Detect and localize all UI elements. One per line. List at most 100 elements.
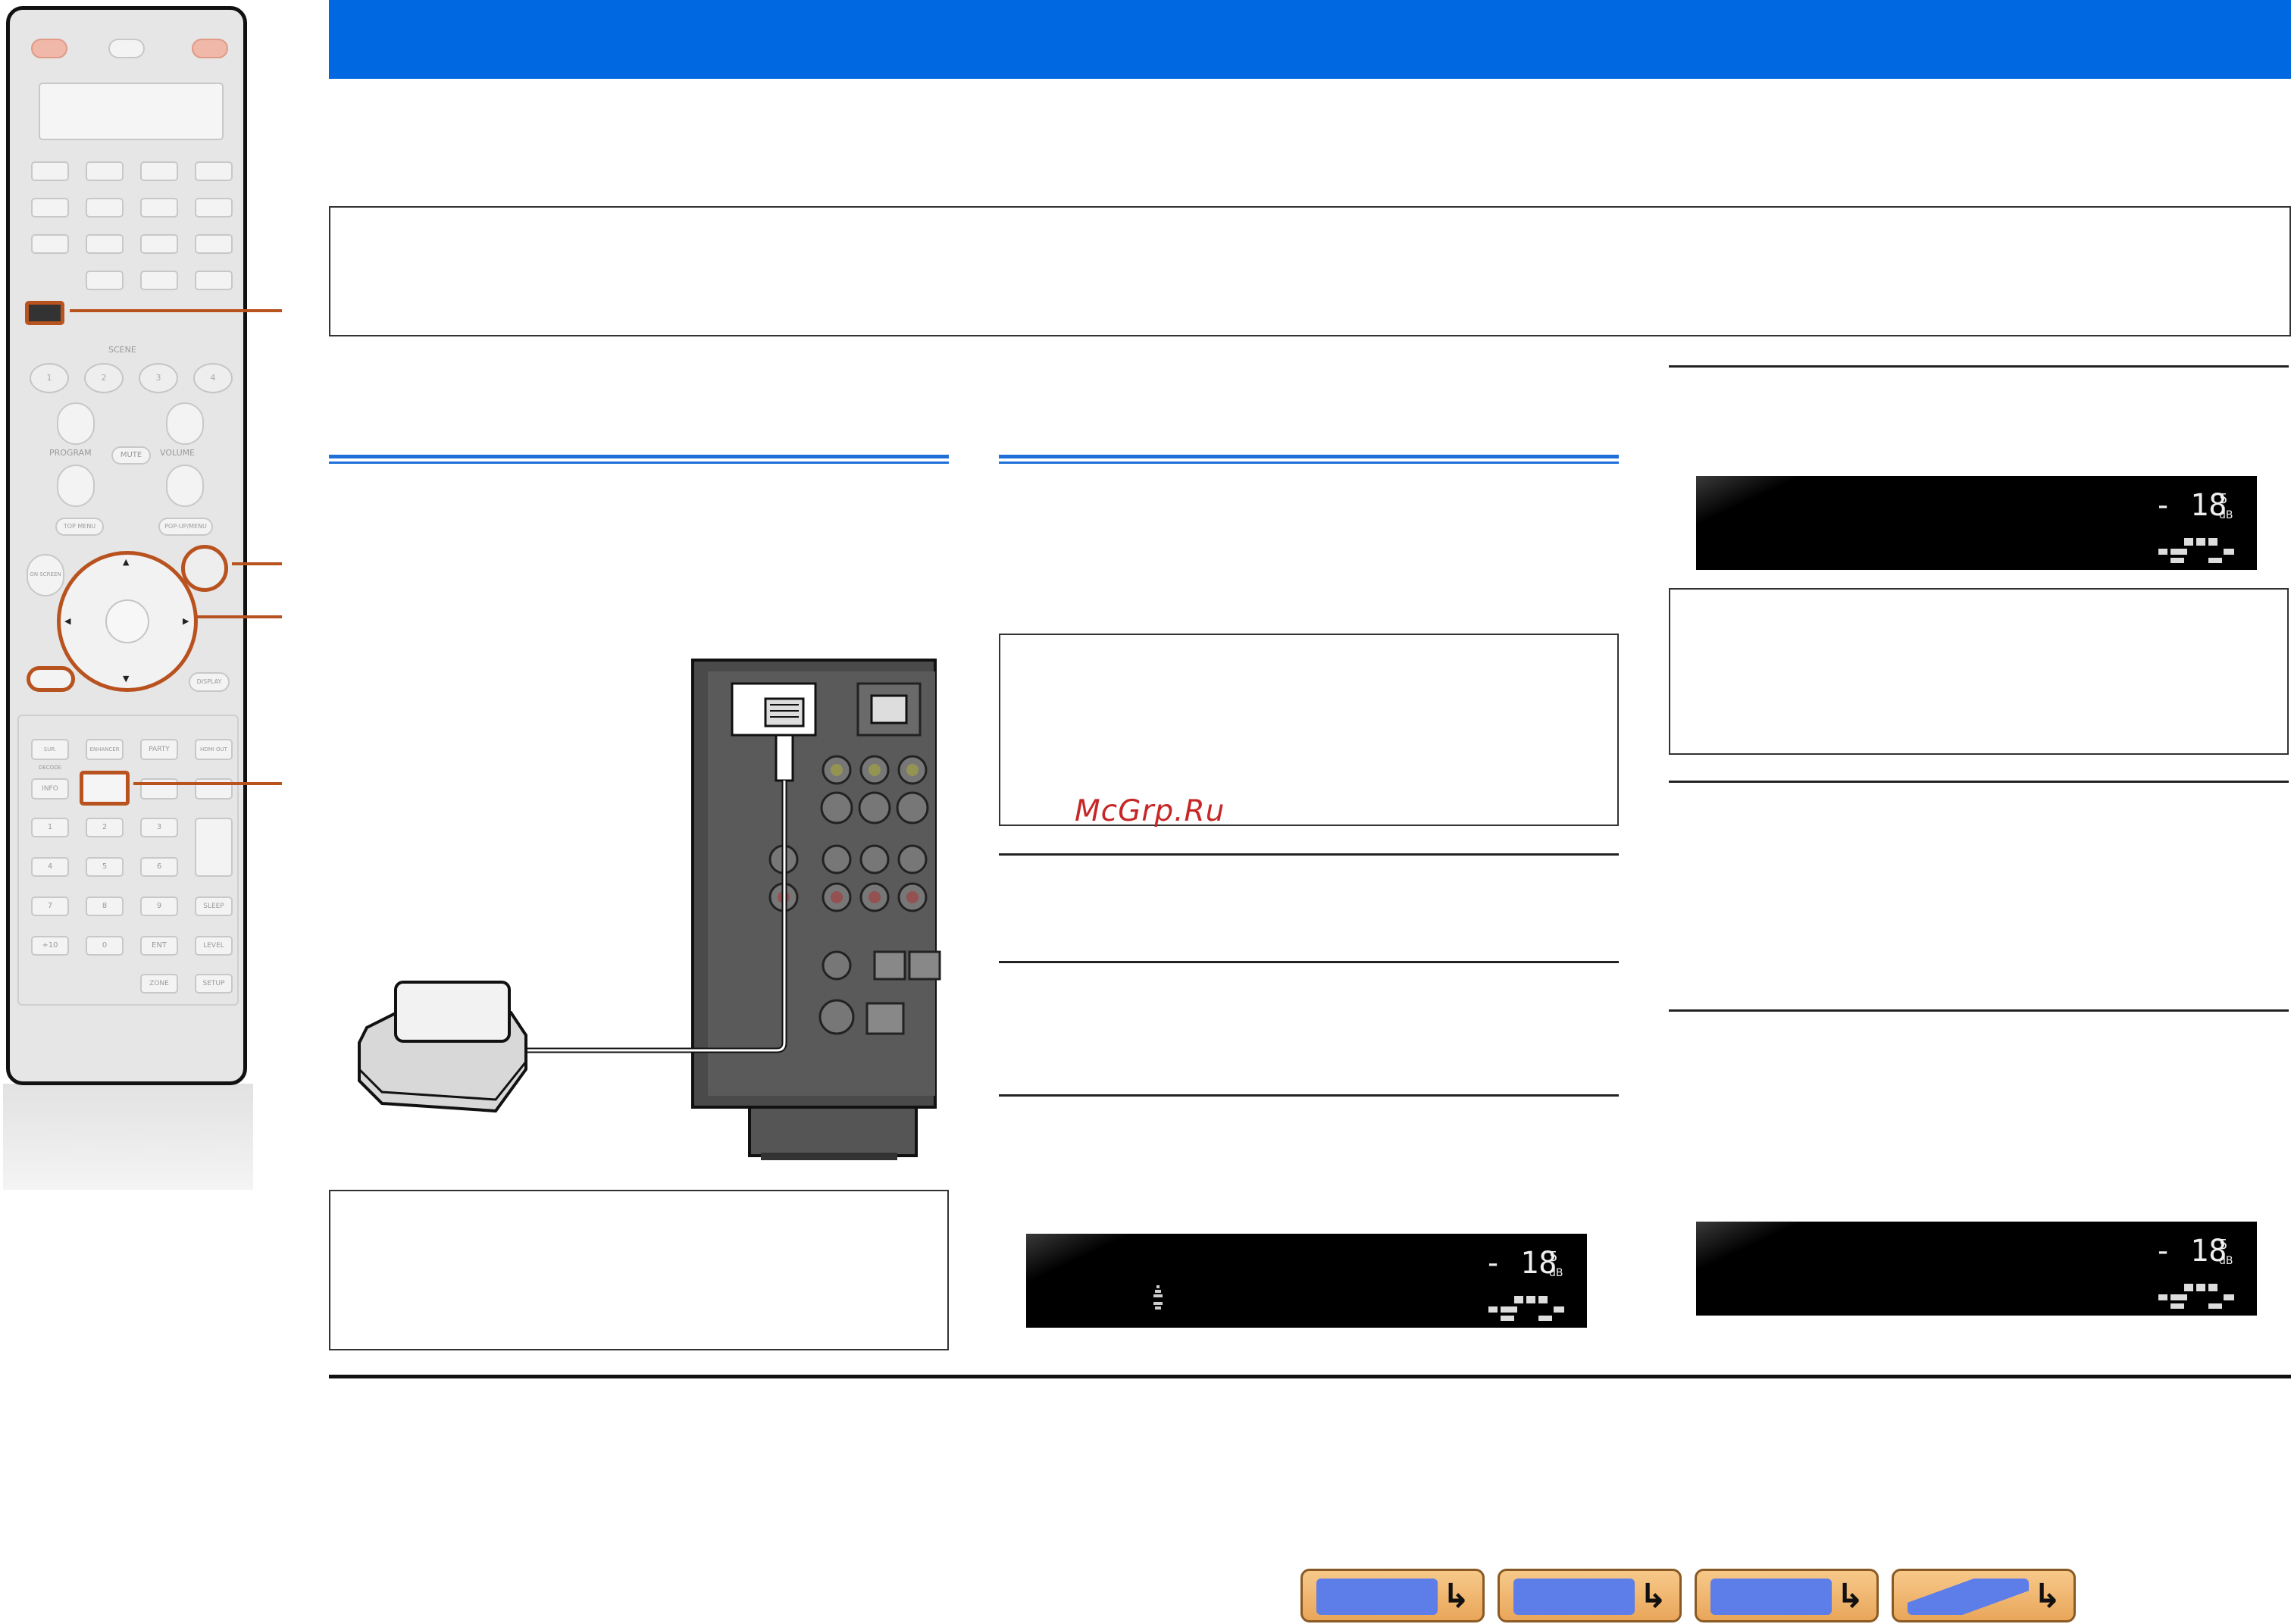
party-key[interactable]: PARTY: [140, 739, 178, 760]
cursor-right-icon: ▶: [183, 616, 189, 626]
step-rule-right-2: [1669, 781, 2289, 783]
nav-front-panel-button[interactable]: ↳: [1300, 1569, 1485, 1622]
input-key[interactable]: [140, 271, 178, 290]
ent-key[interactable]: ENT: [140, 936, 178, 956]
front-display-middle: - 18 5 dB: [1026, 1234, 1587, 1328]
enter-key[interactable]: [105, 599, 149, 643]
hdmi-out-key[interactable]: HDMI OUT: [195, 739, 233, 760]
return-arrow-icon: ↳: [2033, 1577, 2061, 1616]
num-key-0[interactable]: 0: [86, 936, 124, 956]
front-display-right-bottom: - 18 5 dB: [1696, 1222, 2257, 1316]
svg-text:5: 5: [2219, 491, 2227, 507]
step-rule-2: [999, 961, 1619, 963]
return-key[interactable]: [181, 545, 228, 592]
power-key-left[interactable]: [31, 39, 67, 58]
mute-key[interactable]: MUTE: [111, 446, 151, 465]
input-key[interactable]: [86, 271, 124, 290]
power-key-right[interactable]: [192, 39, 228, 58]
scene-key-3[interactable]: 3: [139, 363, 178, 393]
info-key[interactable]: INFO: [31, 778, 69, 799]
input-key[interactable]: [31, 161, 69, 181]
cursor-down-icon: ▼: [123, 674, 130, 684]
callout-line-cursor: [197, 615, 282, 618]
on-screen-key[interactable]: ON SCREEN: [27, 554, 64, 596]
cursor-left-icon: ◀: [64, 616, 71, 626]
scene-key-1[interactable]: 1: [30, 363, 69, 393]
input-key[interactable]: [140, 234, 178, 254]
svg-text:dB: dB: [2219, 1255, 2233, 1267]
input-key[interactable]: [86, 234, 124, 254]
svg-text:5: 5: [1549, 1249, 1557, 1265]
num-key-9[interactable]: 9: [140, 896, 178, 916]
num-key-7[interactable]: 7: [31, 896, 69, 916]
num-key-plus10[interactable]: +10: [31, 936, 69, 956]
num-key-4[interactable]: 4: [31, 857, 69, 877]
input-key[interactable]: [195, 271, 233, 290]
rear-panel-icon: [1513, 1579, 1635, 1615]
num-key-5[interactable]: 5: [86, 857, 124, 877]
program-up-key[interactable]: [57, 402, 95, 445]
top-menu-key[interactable]: TOP MENU: [55, 518, 104, 536]
note-box-left: [329, 1190, 949, 1350]
return-arrow-icon: ↳: [1639, 1577, 1667, 1616]
scene-label: SCENE: [108, 345, 136, 355]
num-key-6[interactable]: 6: [140, 857, 178, 877]
remote-tail: [3, 1084, 253, 1190]
input-key[interactable]: [86, 198, 124, 217]
input-key[interactable]: [195, 234, 233, 254]
memory-key[interactable]: [80, 771, 130, 806]
watermark: McGrp.Ru: [1075, 794, 1225, 828]
display-key[interactable]: DISPLAY: [189, 672, 230, 692]
callout-line-return: [232, 562, 282, 565]
front-display-icon: [1710, 1579, 1832, 1615]
remote-control-icon: [1908, 1579, 2029, 1615]
zone-key[interactable]: ZONE: [140, 974, 178, 993]
input-key[interactable]: [31, 234, 69, 254]
num-key-2[interactable]: 2: [86, 818, 124, 837]
scene-key-4[interactable]: 4: [193, 363, 233, 393]
note-box-right: [1669, 588, 2289, 755]
program-down-key[interactable]: [57, 465, 95, 507]
volume-up-key[interactable]: [166, 402, 204, 445]
input-key[interactable]: [86, 161, 124, 181]
num-key-1[interactable]: 1: [31, 818, 69, 837]
input-key[interactable]: [140, 161, 178, 181]
step-rule-1: [999, 853, 1619, 856]
popup-menu-key[interactable]: POP-UP/MENU: [158, 518, 213, 536]
callout-line-input: [70, 309, 282, 312]
program-label: PROGRAM: [49, 448, 92, 458]
section-rule-left: [329, 455, 949, 464]
nav-rear-panel-button[interactable]: ↳: [1498, 1569, 1682, 1622]
input-key[interactable]: [195, 161, 233, 181]
svg-text:5: 5: [2219, 1237, 2227, 1253]
num-key-8[interactable]: 8: [86, 896, 124, 916]
header-bar: [329, 0, 2291, 79]
volume-label: VOLUME: [160, 448, 196, 458]
enhancer-key[interactable]: ENHANCER: [86, 739, 124, 760]
section-rule-middle: [999, 455, 1619, 464]
level-key[interactable]: LEVEL: [195, 936, 233, 956]
svg-text:- 18: - 18: [2154, 1234, 2227, 1269]
scene-key-2[interactable]: 2: [84, 363, 124, 393]
nav-front-display-button[interactable]: ↳: [1695, 1569, 1879, 1622]
sur-decode-key[interactable]: SUR. DECODE: [31, 739, 69, 771]
ipod-input-key[interactable]: [25, 301, 64, 325]
svg-text:dB: dB: [2219, 509, 2233, 521]
option-key[interactable]: [27, 666, 75, 692]
step-rule-right-1: [1669, 365, 2289, 368]
svg-text:dB: dB: [1549, 1267, 1563, 1279]
input-key[interactable]: [31, 198, 69, 217]
setup-key[interactable]: SETUP: [195, 974, 233, 993]
input-key[interactable]: [195, 198, 233, 217]
return-arrow-icon: ↳: [1442, 1577, 1470, 1616]
volume-down-key[interactable]: [166, 465, 204, 507]
footer-rule: [329, 1375, 2291, 1378]
num-key-3[interactable]: 3: [140, 818, 178, 837]
return-arrow-icon: ↳: [1836, 1577, 1864, 1616]
source-key[interactable]: [108, 39, 145, 58]
nav-remote-control-button[interactable]: ↳: [1892, 1569, 2076, 1622]
sleep-key[interactable]: SLEEP: [195, 896, 233, 916]
page-up-key[interactable]: [195, 818, 233, 877]
connection-illustration: [358, 659, 941, 1160]
input-key[interactable]: [140, 198, 178, 217]
